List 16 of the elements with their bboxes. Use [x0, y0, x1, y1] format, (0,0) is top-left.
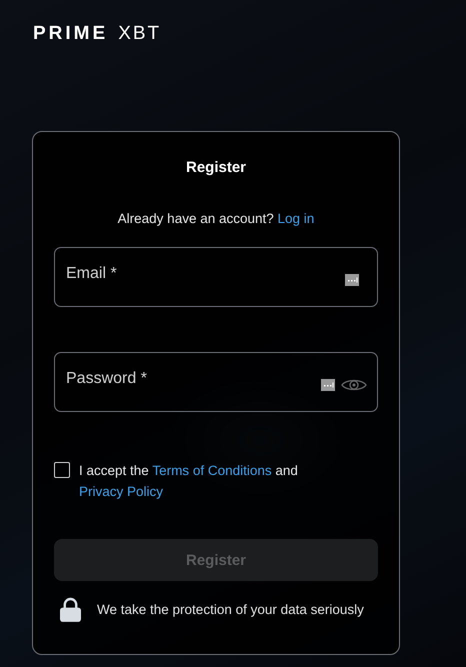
- logo-text: PRIME: [33, 23, 108, 45]
- login-prompt: Already have an account?: [118, 211, 274, 226]
- eye-icon[interactable]: [341, 377, 367, 393]
- security-note: We take the protection of your data seriously: [97, 602, 364, 617]
- email-field[interactable]: Email *: [54, 247, 378, 307]
- terms-checkbox[interactable]: [54, 462, 70, 478]
- autofill-key-icon[interactable]: [321, 379, 335, 391]
- logo-suffix: XBT: [118, 23, 162, 45]
- terms-link[interactable]: Privacy Policy: [79, 484, 164, 499]
- lock-icon: [60, 597, 81, 622]
- terms-text: I accept the Terms of Conditions and Privacy Policy: [79, 462, 299, 501]
- login-link[interactable]: Log in: [278, 211, 314, 226]
- terms-link[interactable]: Terms of Conditions: [152, 463, 272, 478]
- autofill-key-icon[interactable]: [345, 274, 359, 286]
- form-title: Register: [184, 159, 248, 176]
- password-field[interactable]: Password *: [54, 352, 378, 412]
